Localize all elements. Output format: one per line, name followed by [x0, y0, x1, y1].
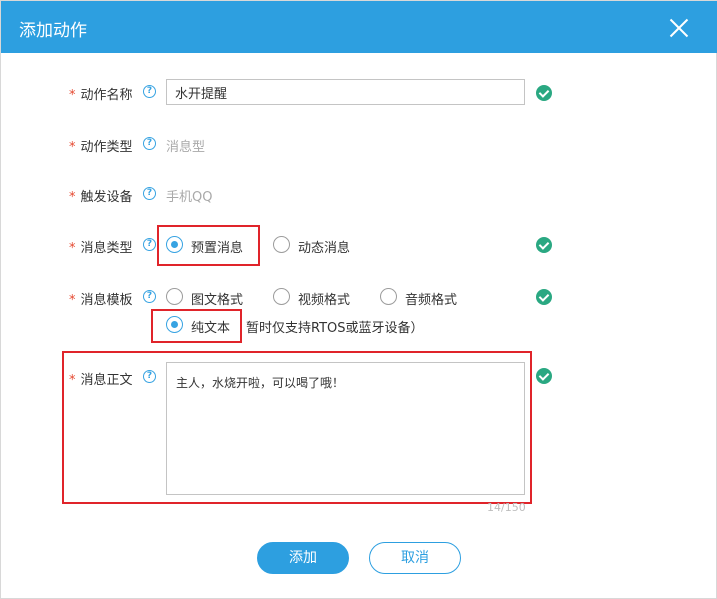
radio-label: 图文格式	[191, 293, 244, 308]
radio-unchecked-icon	[166, 288, 183, 305]
message-type-label: * 消息类型	[69, 237, 133, 256]
radio-unchecked-icon	[273, 288, 290, 305]
radio-label: 视频格式	[298, 293, 351, 308]
valid-check-icon	[536, 237, 552, 253]
trigger-device-value: 手机QQ	[166, 190, 213, 205]
close-icon[interactable]	[665, 14, 693, 42]
valid-check-icon	[536, 368, 552, 384]
radio-label: 纯文本	[191, 321, 231, 336]
action-name-label-text: 动作名称	[80, 88, 133, 103]
cancel-button[interactable]: 取消	[369, 542, 461, 574]
required-mark: *	[69, 88, 76, 103]
help-icon[interactable]: ?	[143, 85, 156, 98]
action-type-value: 消息型	[166, 140, 206, 155]
action-type-label: * 动作类型	[69, 136, 133, 155]
valid-check-icon	[536, 85, 552, 101]
message-template-row: * 消息模板 ?	[1, 285, 717, 311]
message-type-row: * 消息类型 ?	[1, 233, 717, 259]
radio-unchecked-icon	[273, 236, 290, 253]
add-button[interactable]: 添加	[257, 542, 349, 574]
template-support-note: 暂时仅支持RTOS或蓝牙设备）	[246, 321, 424, 336]
message-body-textarea[interactable]: 主人，水烧开啦，可以喝了哦！	[166, 362, 525, 495]
trigger-device-label-text: 触发设备	[80, 190, 133, 205]
action-type-label-text: 动作类型	[80, 140, 133, 155]
message-body-label: * 消息正文	[69, 369, 133, 388]
radio-label: 音频格式	[405, 293, 458, 308]
radio-unchecked-icon	[380, 288, 397, 305]
help-icon[interactable]: ?	[143, 187, 156, 200]
required-mark: *	[69, 140, 76, 155]
action-name-label: * 动作名称	[69, 84, 133, 103]
radio-label: 预置消息	[191, 241, 244, 256]
required-mark: *	[69, 293, 76, 308]
help-icon[interactable]: ?	[143, 238, 156, 251]
dialog-title: 添加动作	[19, 21, 87, 41]
help-icon[interactable]: ?	[143, 370, 156, 383]
trigger-device-row: * 触发设备 ? 手机QQ	[1, 182, 717, 208]
action-name-input[interactable]	[166, 79, 525, 105]
add-action-dialog: 添加动作 * 动作名称 ? * 动作类型 ? 消息型 * 触发设备 ? 手机QQ * 消…	[0, 0, 717, 599]
message-template-label: * 消息模板	[69, 289, 133, 308]
required-mark: *	[69, 373, 76, 388]
action-type-row: * 动作类型 ? 消息型	[1, 132, 717, 158]
message-type-label-text: 消息类型	[80, 241, 133, 256]
radio-checked-icon	[166, 316, 183, 333]
char-counter: 14/150	[487, 501, 526, 514]
valid-check-icon	[536, 289, 552, 305]
radio-label: 动态消息	[298, 241, 351, 256]
radio-checked-icon	[166, 236, 183, 253]
help-icon[interactable]: ?	[143, 290, 156, 303]
dialog-header: 添加动作	[1, 1, 717, 53]
message-template-label-text: 消息模板	[80, 293, 133, 308]
trigger-device-label: * 触发设备	[69, 186, 133, 205]
help-icon[interactable]: ?	[143, 137, 156, 150]
required-mark: *	[69, 190, 76, 205]
required-mark: *	[69, 241, 76, 256]
message-body-label-text: 消息正文	[80, 373, 133, 388]
